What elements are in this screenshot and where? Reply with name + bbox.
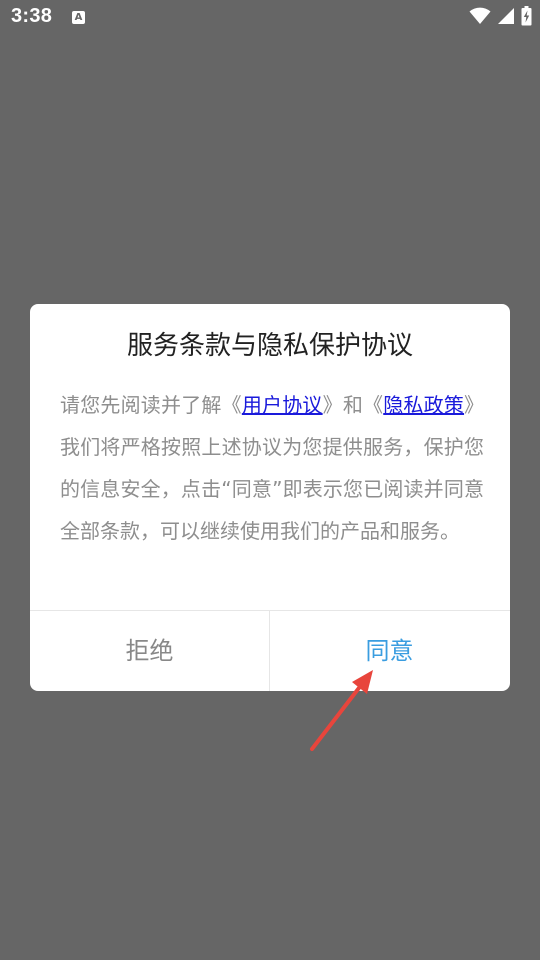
reject-button[interactable]: 拒绝 <box>30 611 269 691</box>
status-time: 3:38 <box>11 5 53 27</box>
body-text-part2: 》和《 <box>322 393 384 417</box>
font-a-icon: A <box>72 11 85 24</box>
privacy-agreement-dialog: 服务条款与隐私保护协议 请您先阅读并了解《用户协议》和《隐私政策》我们将严格按照… <box>30 304 510 691</box>
battery-charging-icon <box>521 6 532 30</box>
user-agreement-link[interactable]: 用户协议 <box>242 393 323 417</box>
status-icons <box>469 6 532 30</box>
wifi-icon <box>469 7 491 29</box>
dialog-body: 请您先阅读并了解《用户协议》和《隐私政策》我们将严格按照上述协议为您提供服务，保… <box>60 384 484 552</box>
status-bar: 3:38 A <box>0 0 540 36</box>
privacy-policy-link[interactable]: 隐私政策 <box>383 393 464 417</box>
body-text-part1: 请您先阅读并了解《 <box>60 393 242 417</box>
annotation-arrow <box>300 660 390 764</box>
dialog-title: 服务条款与隐私保护协议 <box>126 331 413 361</box>
cellular-signal-icon <box>497 7 515 29</box>
